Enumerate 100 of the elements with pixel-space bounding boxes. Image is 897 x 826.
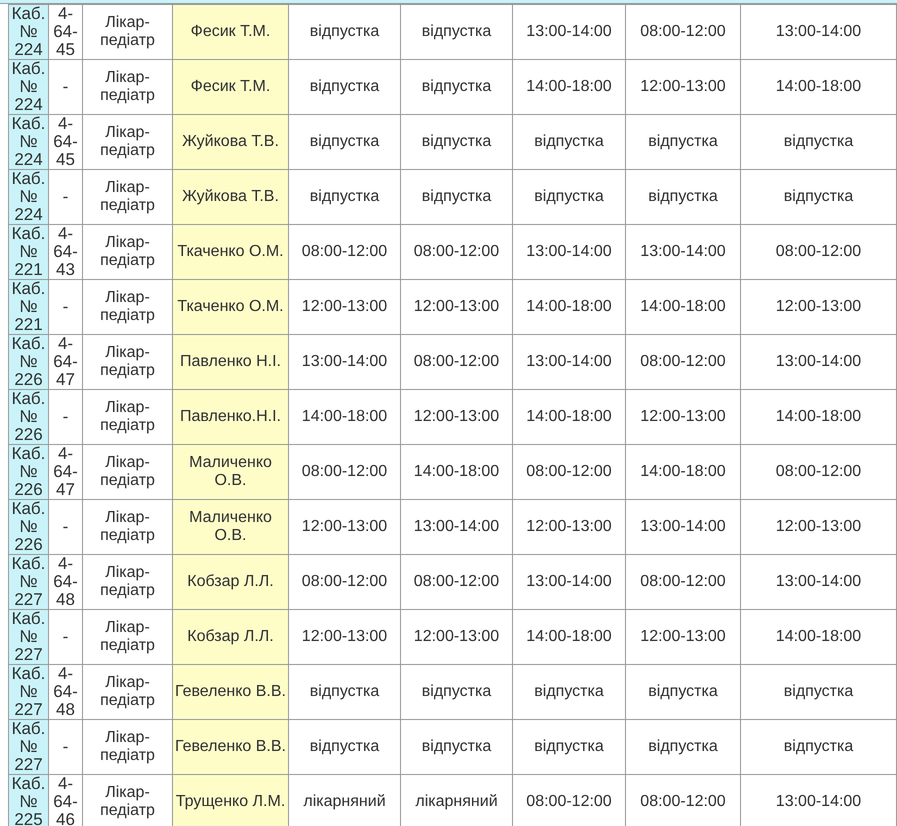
schedule-cell: відпустка: [288, 664, 400, 720]
schedule-cell: відпустка: [626, 114, 740, 170]
schedule-cell: 13:00-14:00: [626, 500, 740, 554]
room-cell: Каб. № 227: [8, 610, 48, 664]
phone-cell: -: [48, 170, 82, 224]
schedule-cell: 13:00-14:00: [512, 4, 626, 60]
schedule-cell: відпустка: [512, 114, 626, 170]
schedule-cell: відпустка: [512, 664, 626, 720]
schedule-cell: відпустка: [740, 170, 896, 224]
doctor-cell: Ткаченко О.М.: [172, 224, 288, 280]
doctor-cell: Ткаченко О.М.: [172, 280, 288, 334]
schedule-cell: відпустка: [288, 60, 400, 114]
room-cell: Каб. № 224: [8, 4, 48, 60]
phone-cell: 4-64-47: [48, 444, 82, 500]
room-cell: Каб. № 226: [8, 500, 48, 554]
doctor-cell: Павленко Н.І.: [172, 334, 288, 390]
schedule-cell: відпустка: [512, 170, 626, 224]
phone-cell: -: [48, 720, 82, 774]
schedule-cell: 08:00-12:00: [740, 444, 896, 500]
schedule-cell: 08:00-12:00: [626, 334, 740, 390]
schedule-cell: 08:00-12:00: [288, 224, 400, 280]
doctor-cell: Фесик Т.М.: [172, 60, 288, 114]
phone-cell: 4-64-45: [48, 4, 82, 60]
schedule-cell: 13:00-14:00: [512, 554, 626, 610]
room-cell: Каб. № 225: [8, 774, 48, 826]
schedule-cell: відпустка: [400, 720, 512, 774]
schedule-cell: 12:00-13:00: [626, 60, 740, 114]
room-cell: Каб. № 226: [8, 390, 48, 444]
schedule-cell: відпустка: [512, 720, 626, 774]
doctor-cell: Кобзар Л.Л.: [172, 610, 288, 664]
phone-cell: -: [48, 500, 82, 554]
schedule-cell: відпустка: [400, 664, 512, 720]
schedule-cell: відпустка: [740, 664, 896, 720]
schedule-cell: 14:00-18:00: [740, 610, 896, 664]
schedule-cell: 13:00-14:00: [626, 224, 740, 280]
phone-cell: -: [48, 280, 82, 334]
schedule-cell: 08:00-12:00: [626, 554, 740, 610]
schedule-cell: 08:00-12:00: [400, 334, 512, 390]
schedule-cell: відпустка: [288, 170, 400, 224]
room-cell: Каб. № 226: [8, 334, 48, 390]
phone-cell: 4-64-45: [48, 114, 82, 170]
schedule-cell: 12:00-13:00: [400, 610, 512, 664]
doctor-cell: Трущенко Л.М.: [172, 774, 288, 826]
room-cell: Каб. № 227: [8, 554, 48, 610]
schedule-cell: 13:00-14:00: [288, 334, 400, 390]
schedule-cell: відпустка: [400, 60, 512, 114]
schedule-cell: відпустка: [626, 720, 740, 774]
doctor-cell: Гевеленко В.В.: [172, 664, 288, 720]
room-cell: Каб. № 224: [8, 60, 48, 114]
schedule-cell: 12:00-13:00: [400, 390, 512, 444]
schedule-cell: 12:00-13:00: [400, 280, 512, 334]
schedule-cell: відпустка: [740, 720, 896, 774]
schedule-cell: відпустка: [626, 664, 740, 720]
schedule-cell: 14:00-18:00: [512, 390, 626, 444]
schedule-cell: 14:00-18:00: [400, 444, 512, 500]
room-cell: Каб. № 226: [8, 444, 48, 500]
schedule-cell: 12:00-13:00: [512, 500, 626, 554]
room-cell: Каб. № 221: [8, 224, 48, 280]
schedule-cell: відпустка: [400, 170, 512, 224]
room-cell: Каб. № 224: [8, 114, 48, 170]
schedule-cell: 08:00-12:00: [400, 554, 512, 610]
schedule-cell: відпустка: [288, 114, 400, 170]
schedule-cell: 12:00-13:00: [288, 280, 400, 334]
doctor-cell: Фесик Т.М.: [172, 4, 288, 60]
schedule-cell: 14:00-18:00: [626, 444, 740, 500]
schedule-cell: 08:00-12:00: [400, 224, 512, 280]
doctor-cell: Маличенко О.В.: [172, 500, 288, 554]
schedule-cell: відпустка: [740, 114, 896, 170]
doctor-cell: Маличенко О.В.: [172, 444, 288, 500]
room-cell: Каб. № 227: [8, 664, 48, 720]
doctor-cell: Жуйкова Т.В.: [172, 114, 288, 170]
schedule-cell: відпустка: [288, 4, 400, 60]
phone-cell: 4-64-48: [48, 554, 82, 610]
schedule-cell: 08:00-12:00: [626, 4, 740, 60]
schedule-cell: відпустка: [400, 114, 512, 170]
schedule-cell: 14:00-18:00: [512, 280, 626, 334]
schedule-cell: 14:00-18:00: [512, 610, 626, 664]
phone-cell: 4-64-47: [48, 334, 82, 390]
schedule-cell: 08:00-12:00: [288, 554, 400, 610]
phone-cell: 4-64-43: [48, 224, 82, 280]
schedule-cell: відпустка: [400, 4, 512, 60]
schedule-cell: 13:00-14:00: [740, 334, 896, 390]
schedule-cell: 14:00-18:00: [512, 60, 626, 114]
schedule-cell: 13:00-14:00: [740, 4, 896, 60]
schedule-cell: 08:00-12:00: [288, 444, 400, 500]
schedule-cell: 12:00-13:00: [288, 500, 400, 554]
room-cell: Каб. № 224: [8, 170, 48, 224]
schedule-cell: 08:00-12:00: [740, 224, 896, 280]
schedule-cell: 12:00-13:00: [740, 280, 896, 334]
schedule-cell: 13:00-14:00: [512, 224, 626, 280]
doctor-cell: Кобзар Л.Л.: [172, 554, 288, 610]
doctor-cell: Жуйкова Т.В.: [172, 170, 288, 224]
schedule-cell: 13:00-14:00: [400, 500, 512, 554]
doctor-cell: Гевеленко В.В.: [172, 720, 288, 774]
schedule-cell: 14:00-18:00: [740, 390, 896, 444]
schedule-cell: 13:00-14:00: [740, 554, 896, 610]
schedule-cell: 14:00-18:00: [740, 60, 896, 114]
phone-cell: 4-64-48: [48, 664, 82, 720]
phone-cell: -: [48, 390, 82, 444]
doctor-cell: Павленко.Н.І.: [172, 390, 288, 444]
